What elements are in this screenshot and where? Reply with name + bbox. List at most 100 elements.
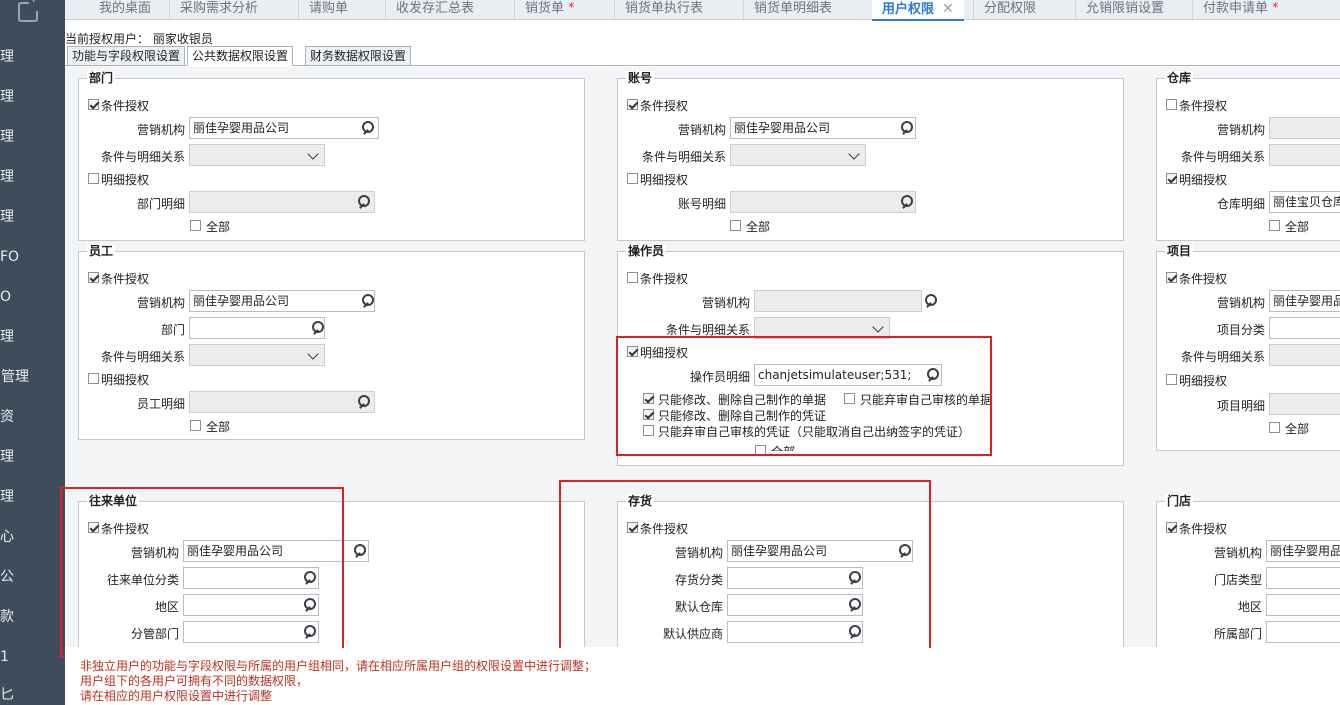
search-icon[interactable]: [898, 544, 912, 558]
search-icon[interactable]: [353, 544, 367, 558]
sidebar-item[interactable]: 理: [0, 487, 65, 507]
org-input[interactable]: 丽佳孕婴用品公司: [730, 117, 916, 139]
tab-inventory-summary[interactable]: 收发存汇总表: [385, 0, 474, 20]
sidebar-item[interactable]: 公: [0, 567, 65, 587]
option-checkbox[interactable]: [643, 409, 654, 420]
category-input[interactable]: [183, 567, 319, 589]
search-icon[interactable]: [900, 121, 914, 135]
relation-select[interactable]: [1269, 344, 1340, 366]
tab-desktop[interactable]: 我的桌面: [99, 0, 151, 20]
account-detail-input[interactable]: [730, 191, 916, 213]
category-input[interactable]: [727, 567, 863, 589]
sidebar-item[interactable]: 售管理: [0, 367, 52, 387]
sidebar-item[interactable]: 1: [0, 647, 65, 667]
category-input[interactable]: [1269, 317, 1340, 339]
dept-detail-input[interactable]: [189, 191, 375, 213]
option-checkbox[interactable]: [643, 425, 654, 436]
sidebar-item[interactable]: 理: [0, 327, 65, 347]
search-icon[interactable]: [303, 598, 317, 612]
subtab-function-field[interactable]: 功能与字段权限设置: [67, 46, 186, 66]
sidebar-item[interactable]: 款: [0, 607, 65, 627]
org-input[interactable]: 丽佳孕婴用品公司: [183, 540, 369, 562]
condition-checkbox[interactable]: [1166, 272, 1177, 283]
supplier-input[interactable]: [727, 621, 863, 643]
org-input[interactable]: 丽佳孕婴用品: [1266, 540, 1340, 562]
tab-sales-exec[interactable]: 销货单执行表: [614, 0, 703, 20]
sidebar-item[interactable]: 匕: [0, 685, 65, 705]
search-icon[interactable]: [357, 395, 371, 409]
org-input[interactable]: 丽佳孕婴用品: [1269, 290, 1340, 312]
option-checkbox[interactable]: [844, 393, 855, 404]
store-type-input[interactable]: [1266, 567, 1340, 589]
project-detail-input[interactable]: [1269, 393, 1340, 415]
search-icon[interactable]: [357, 195, 371, 209]
tab-purchase-demand[interactable]: 采购需求分析: [169, 0, 258, 20]
sidebar-item[interactable]: FO: [0, 247, 65, 267]
sidebar-item[interactable]: 资: [0, 407, 65, 427]
search-icon[interactable]: [303, 571, 317, 585]
condition-checkbox[interactable]: [1166, 99, 1177, 110]
org-input[interactable]: 丽佳孕婴用品公司: [727, 540, 913, 562]
detail-checkbox[interactable]: [627, 346, 638, 357]
tab-assign-permission[interactable]: 分配权限: [973, 0, 1036, 20]
tab-sales-detail[interactable]: 销货单明细表: [743, 0, 832, 20]
all-checkbox[interactable]: [1269, 422, 1280, 433]
tab-purchase-request[interactable]: 请购单: [298, 0, 348, 20]
all-checkbox[interactable]: [755, 445, 766, 456]
condition-checkbox[interactable]: [627, 522, 638, 533]
employee-detail-input[interactable]: [189, 391, 375, 413]
warehouse-input[interactable]: [727, 594, 863, 616]
region-input[interactable]: [183, 594, 319, 616]
search-icon[interactable]: [848, 625, 862, 639]
close-icon[interactable]: ✕: [942, 1, 954, 17]
subtab-finance-data[interactable]: 财务数据权限设置: [305, 46, 412, 66]
relation-select[interactable]: [730, 144, 866, 166]
region-input[interactable]: [1266, 594, 1340, 616]
relation-select[interactable]: [189, 144, 325, 166]
tab-sales-order[interactable]: 销货单 *: [514, 0, 575, 20]
dept-input[interactable]: [1266, 621, 1340, 643]
sidebar-item[interactable]: 理: [0, 167, 65, 187]
detail-checkbox[interactable]: [88, 373, 99, 384]
sidebar-item[interactable]: 理: [0, 127, 65, 147]
detail-checkbox[interactable]: [88, 173, 99, 184]
tab-sales-limit[interactable]: 允销限销设置: [1075, 0, 1164, 20]
operator-detail-input[interactable]: chanjetsimulateuser;531;: [754, 364, 942, 386]
org-input[interactable]: 丽佳孕婴用品公司: [189, 290, 375, 312]
tab-user-permission[interactable]: 用户权限 ✕: [872, 0, 964, 21]
condition-checkbox[interactable]: [88, 272, 99, 283]
sidebar-item[interactable]: 理: [0, 447, 65, 467]
warehouse-detail-input[interactable]: 丽佳宝贝仓库: [1269, 191, 1340, 213]
condition-checkbox[interactable]: [627, 99, 638, 110]
sidebar-item[interactable]: 理: [0, 87, 65, 107]
dept-input[interactable]: [189, 317, 325, 339]
relation-select[interactable]: [189, 344, 325, 366]
condition-checkbox[interactable]: [1166, 522, 1177, 533]
condition-checkbox[interactable]: [88, 99, 99, 110]
sidebar-item[interactable]: 心: [0, 527, 65, 547]
all-checkbox[interactable]: [190, 420, 201, 431]
org-input[interactable]: [1269, 117, 1340, 139]
dept-input[interactable]: [183, 621, 319, 643]
condition-checkbox[interactable]: [627, 272, 638, 283]
all-checkbox[interactable]: [1269, 220, 1280, 231]
search-icon[interactable]: [924, 294, 938, 308]
sidebar-item[interactable]: O: [0, 287, 65, 307]
search-icon[interactable]: [848, 571, 862, 585]
search-icon[interactable]: [848, 598, 862, 612]
condition-checkbox[interactable]: [88, 522, 99, 533]
detail-checkbox[interactable]: [627, 173, 638, 184]
search-icon[interactable]: [361, 121, 375, 135]
search-icon[interactable]: [303, 625, 317, 639]
subtab-public-data[interactable]: 公共数据权限设置: [187, 46, 294, 66]
relation-select[interactable]: [754, 317, 890, 339]
org-input[interactable]: 丽佳孕婴用品公司: [189, 117, 379, 139]
sidebar-item[interactable]: 理: [0, 47, 65, 67]
detail-checkbox[interactable]: [1166, 374, 1177, 385]
option-checkbox[interactable]: [643, 393, 654, 404]
all-checkbox[interactable]: [730, 220, 741, 231]
search-icon[interactable]: [900, 195, 914, 209]
sidebar-item[interactable]: 理: [0, 207, 65, 227]
tab-payment-request[interactable]: 付款申请单 *: [1192, 0, 1279, 20]
org-input[interactable]: [754, 290, 922, 312]
